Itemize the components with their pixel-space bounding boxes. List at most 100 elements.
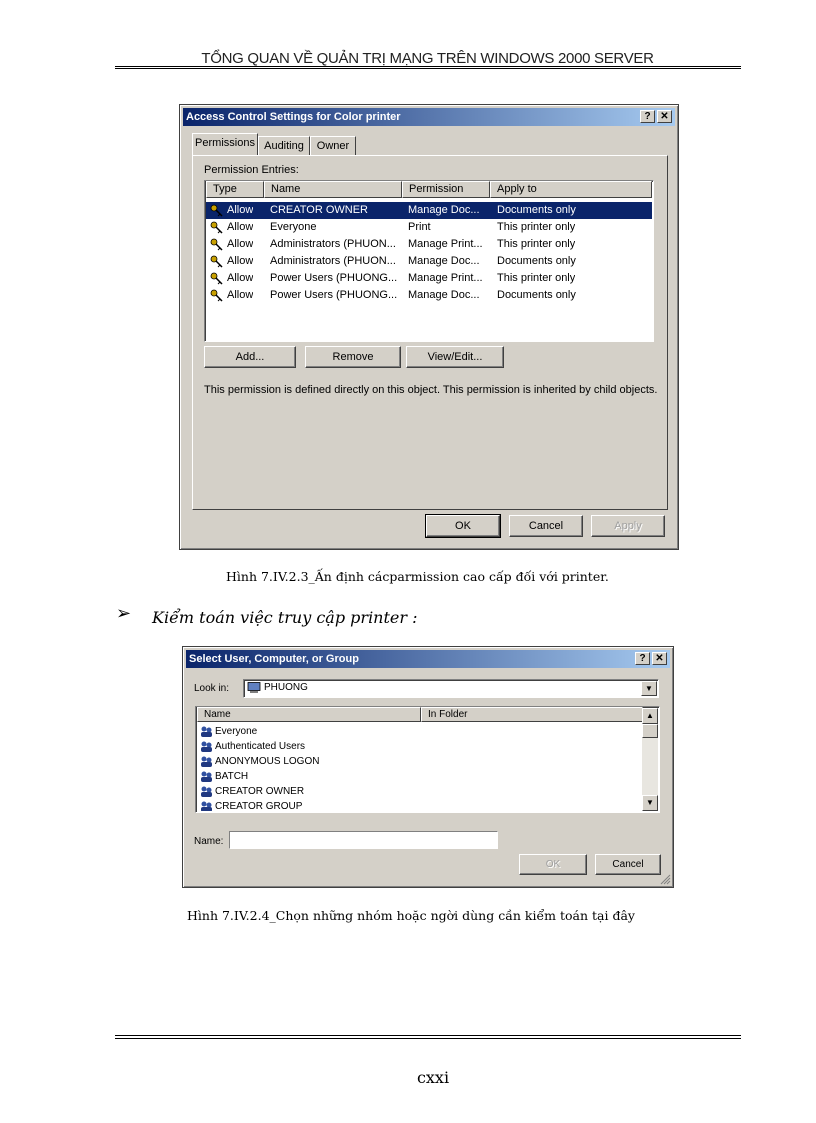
column-header-name[interactable]: Name: [197, 707, 421, 722]
list-item[interactable]: Everyone: [198, 724, 257, 739]
permission-entries-label: Permission Entries:: [204, 164, 299, 176]
figure-caption-2: Hình 7.IV.2.4_Chọn những nhóm hoặc ngời …: [187, 908, 635, 923]
resize-grip-icon[interactable]: [660, 874, 671, 885]
column-header-in-folder[interactable]: In Folder: [421, 707, 643, 722]
row-name: CREATOR OWNER: [270, 204, 368, 216]
table-row[interactable]: Allow Administrators (PHUON... Manage Do…: [206, 253, 652, 270]
key-icon: [210, 204, 223, 217]
arrow-bullet-icon: ➢: [116, 603, 132, 624]
group-icon: [201, 801, 212, 811]
close-button[interactable]: ✕: [657, 110, 672, 123]
chevron-down-icon[interactable]: ▼: [641, 681, 657, 696]
section-heading: Kiểm toán việc truy cập printer :: [152, 608, 418, 627]
row-type: Allow: [227, 204, 254, 216]
group-icon: [201, 741, 212, 752]
apply-button[interactable]: Apply: [591, 515, 665, 537]
tab-strip: Permissions Auditing Owner: [190, 133, 670, 157]
row-name: Everyone: [270, 221, 317, 233]
scroll-up-icon[interactable]: ▲: [642, 708, 658, 724]
cancel-button[interactable]: Cancel: [509, 515, 583, 537]
group-icon: [201, 771, 212, 782]
list-item[interactable]: ANONYMOUS LOGON: [198, 754, 319, 769]
group-icon: [201, 726, 212, 737]
row-apply-to: This printer only: [497, 272, 576, 284]
row-apply-to: Documents only: [497, 255, 576, 267]
row-type: Allow: [227, 272, 254, 284]
key-icon: [210, 238, 223, 251]
table-row[interactable]: Allow Power Users (PHUONG... Manage Prin…: [206, 270, 652, 287]
header-rule: [115, 66, 741, 67]
group-icon: [201, 786, 212, 797]
row-permission: Manage Print...: [408, 272, 483, 284]
look-in-value: PHUONG: [264, 682, 308, 693]
row-permission: Manage Doc...: [408, 289, 480, 301]
help-button[interactable]: ?: [640, 110, 655, 123]
view-edit-button[interactable]: View/Edit...: [406, 346, 504, 368]
look-in-label: Look in:: [194, 683, 230, 694]
column-header-type[interactable]: Type: [206, 181, 264, 198]
key-icon: [210, 272, 223, 285]
footer-rule: [115, 1035, 741, 1036]
scrollbar-track[interactable]: [642, 724, 658, 796]
name-label: Name:: [194, 836, 224, 847]
row-apply-to: This printer only: [497, 238, 576, 250]
cancel-button[interactable]: Cancel: [595, 854, 661, 875]
row-name: Administrators (PHUON...: [270, 255, 396, 267]
list-item[interactable]: Authenticated Users: [198, 739, 305, 754]
list-item[interactable]: CREATOR GROUP: [198, 799, 302, 811]
figure-caption-1: Hình 7.IV.2.3_Ấn định cácparmission cao …: [226, 569, 609, 584]
ok-button[interactable]: OK: [425, 514, 501, 538]
row-name: Administrators (PHUON...: [270, 238, 396, 250]
list-item[interactable]: CREATOR OWNER: [198, 784, 304, 799]
list-item-label: Everyone: [215, 726, 258, 737]
list-item-label: Authenticated Users: [215, 741, 306, 752]
close-button[interactable]: ✕: [652, 652, 667, 665]
permission-info-text: This permission is defined directly on t…: [204, 384, 658, 396]
dialog-title: Select User, Computer, or Group: [189, 653, 359, 665]
column-header-apply-to[interactable]: Apply to: [490, 181, 652, 198]
computer-icon: [247, 682, 261, 693]
ok-button[interactable]: OK: [519, 854, 587, 875]
user-group-list[interactable]: Name In Folder ▲ ▼ Everyone Authenticate…: [195, 706, 660, 813]
name-input[interactable]: [229, 831, 498, 849]
help-button[interactable]: ?: [635, 652, 650, 665]
permission-list[interactable]: Type Name Permission Apply to Allow CREA…: [204, 180, 654, 342]
row-apply-to: This printer only: [497, 221, 576, 233]
table-row[interactable]: Allow CREATOR OWNER Manage Doc... Docume…: [206, 202, 652, 219]
footer-rule-2: [115, 1038, 741, 1039]
group-icon: [201, 756, 212, 767]
row-type: Allow: [227, 221, 254, 233]
row-type: Allow: [227, 289, 254, 301]
access-control-dialog: Access Control Settings for Color printe…: [179, 104, 679, 550]
page-header-title: TỔNG QUAN VỀ QUẢN TRỊ MẠNG TRÊN WINDOWS …: [201, 50, 654, 67]
table-row[interactable]: Allow Administrators (PHUON... Manage Pr…: [206, 236, 652, 253]
row-type: Allow: [227, 255, 254, 267]
column-header-name[interactable]: Name: [264, 181, 402, 198]
tab-permissions[interactable]: Permissions: [192, 133, 258, 155]
list-item-label: CREATOR GROUP: [215, 801, 303, 811]
row-permission: Manage Print...: [408, 238, 483, 250]
row-permission: Manage Doc...: [408, 255, 480, 267]
look-in-dropdown[interactable]: PHUONG ▼: [243, 679, 659, 698]
page-number: cxxi: [416, 1068, 450, 1087]
row-name: Power Users (PHUONG...: [270, 289, 398, 301]
list-item-label: BATCH: [215, 771, 249, 782]
tab-auditing[interactable]: Auditing: [258, 136, 310, 155]
scrollbar-thumb[interactable]: [642, 724, 658, 738]
dialog-titlebar: Access Control Settings for Color printe…: [183, 108, 675, 126]
list-item[interactable]: BATCH: [198, 769, 248, 784]
add-button[interactable]: Add...: [204, 346, 296, 368]
scroll-down-icon[interactable]: ▼: [642, 795, 658, 811]
key-icon: [210, 289, 223, 302]
row-permission: Manage Doc...: [408, 204, 480, 216]
row-permission: Print: [408, 221, 431, 233]
row-apply-to: Documents only: [497, 204, 576, 216]
table-row[interactable]: Allow Everyone Print This printer only: [206, 219, 652, 236]
table-row[interactable]: Allow Power Users (PHUONG... Manage Doc.…: [206, 287, 652, 304]
tab-owner[interactable]: Owner: [310, 136, 356, 155]
column-header-permission[interactable]: Permission: [402, 181, 490, 198]
select-user-dialog: Select User, Computer, or Group ? ✕ Look…: [182, 646, 674, 888]
row-type: Allow: [227, 238, 254, 250]
row-name: Power Users (PHUONG...: [270, 272, 398, 284]
remove-button[interactable]: Remove: [305, 346, 401, 368]
